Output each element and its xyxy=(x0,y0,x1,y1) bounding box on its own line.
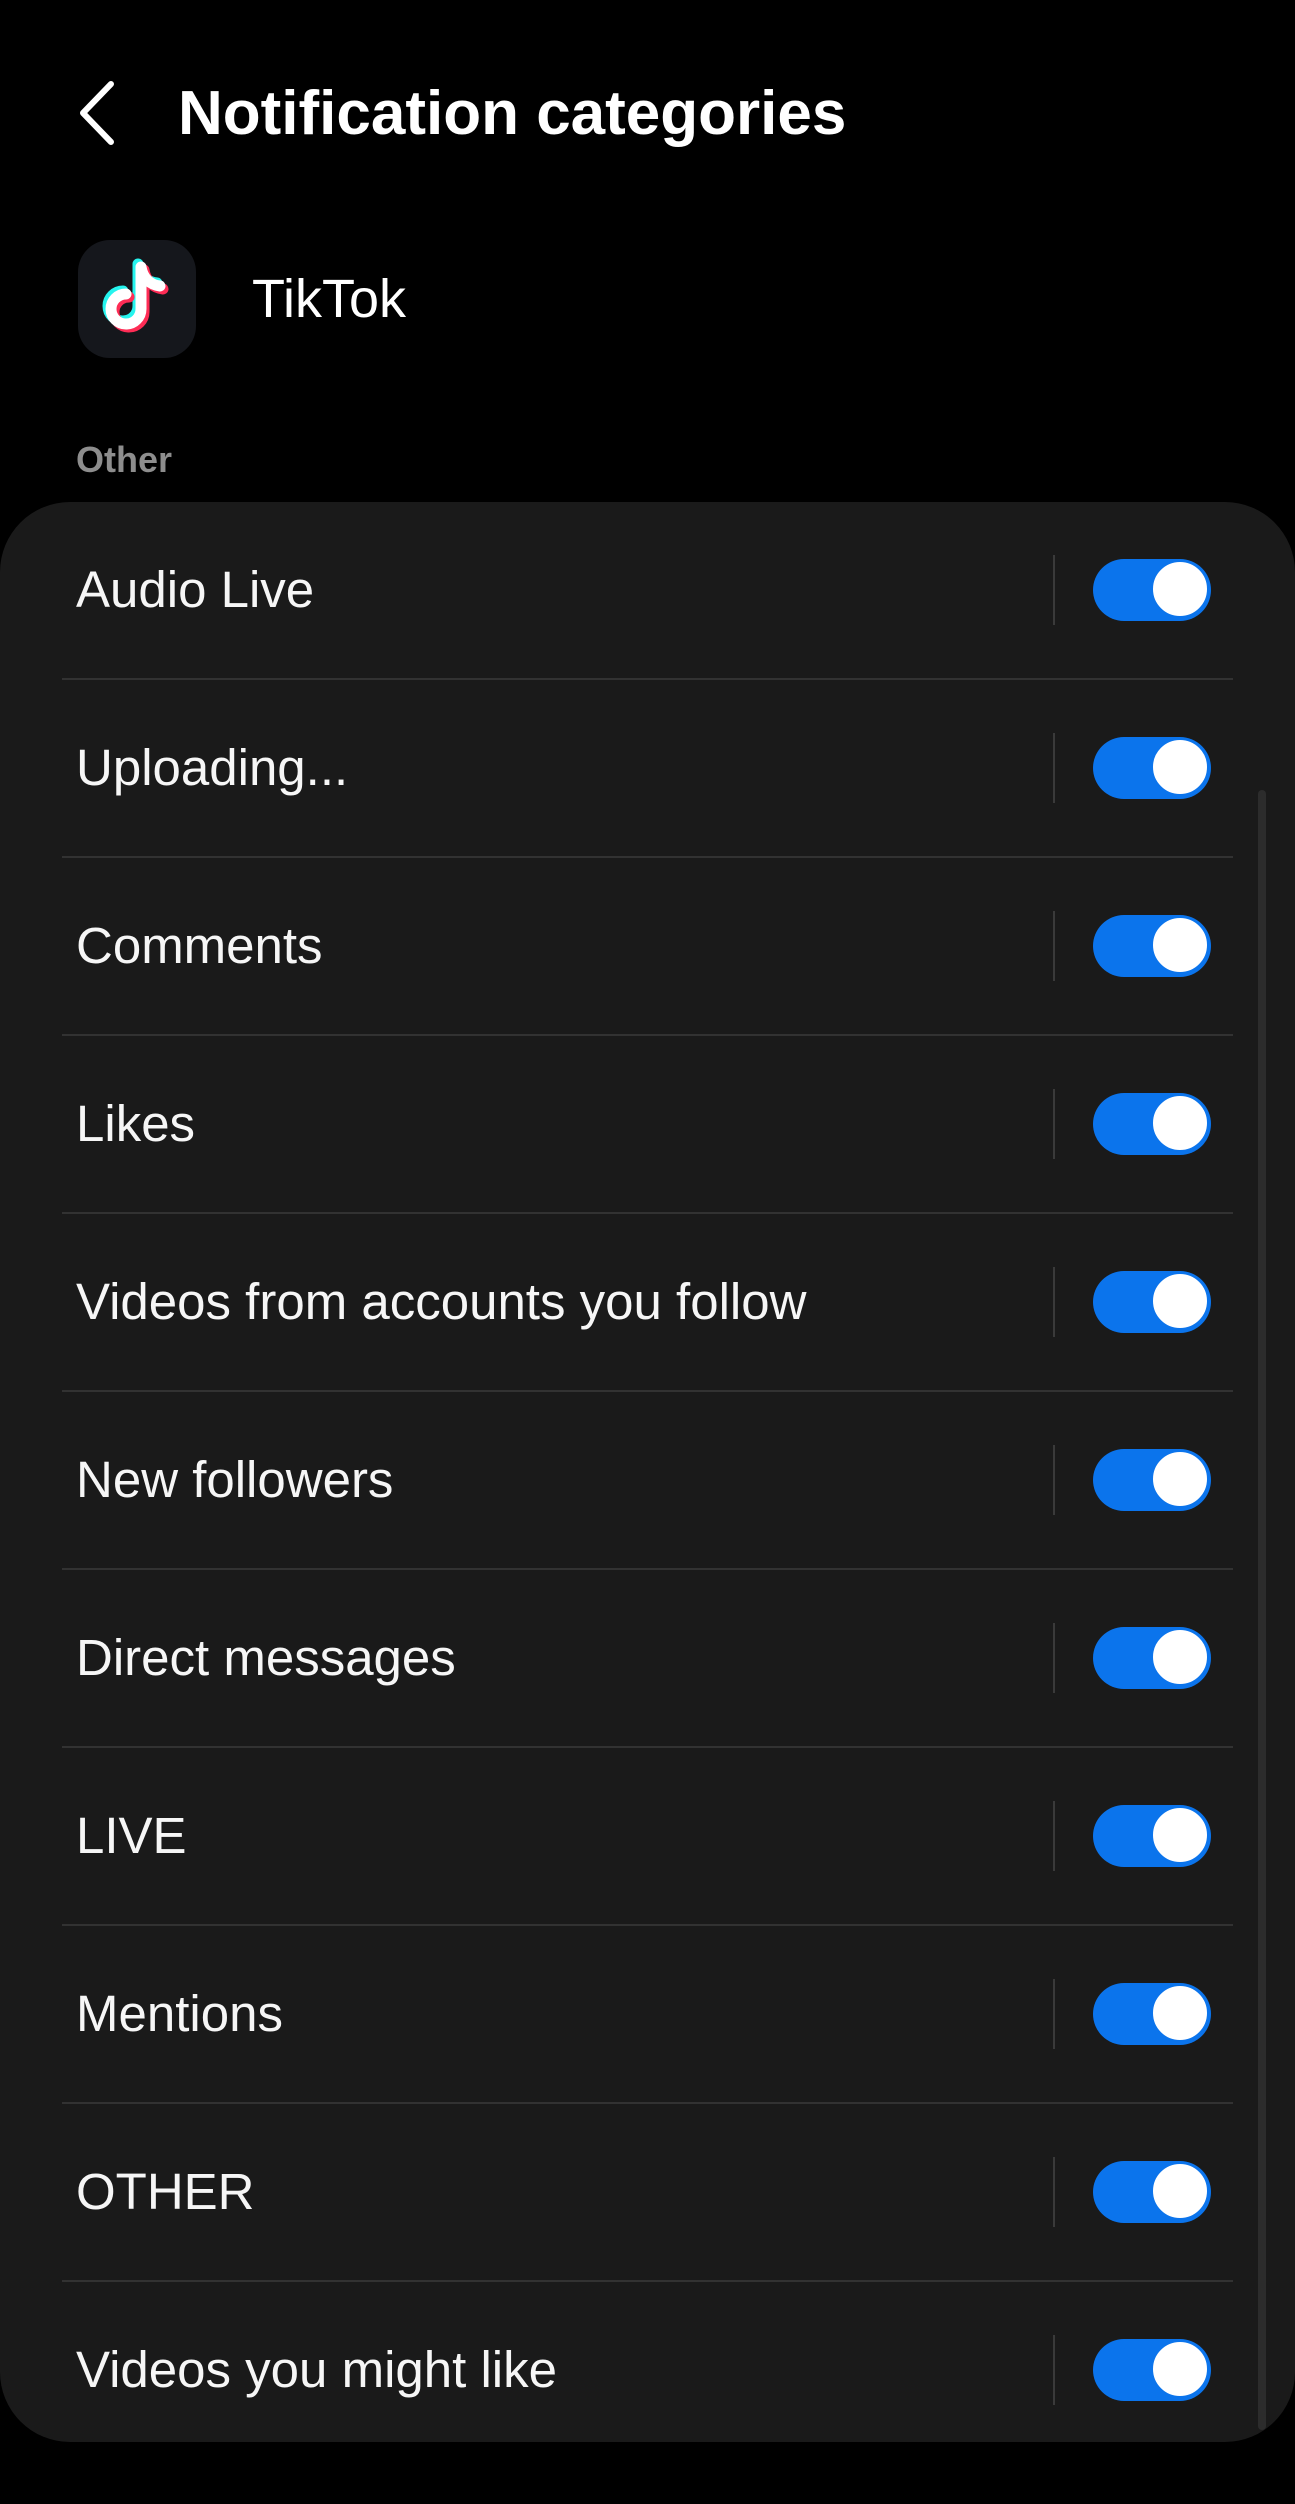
tiktok-logo-icon xyxy=(78,240,196,358)
category-toggle[interactable] xyxy=(1093,915,1211,977)
category-label: LIVE xyxy=(76,1807,187,1864)
category-label: New followers xyxy=(76,1451,394,1508)
scrollbar[interactable] xyxy=(1258,790,1266,2430)
section-label: Other xyxy=(76,439,173,480)
toggle-knob xyxy=(1151,1272,1209,1330)
category-row[interactable]: LIVE xyxy=(62,1746,1233,1924)
category-toggle[interactable] xyxy=(1093,2161,1211,2223)
category-toggle[interactable] xyxy=(1093,1271,1211,1333)
page-title: Notification categories xyxy=(178,79,847,148)
category-toggle[interactable] xyxy=(1093,2339,1211,2401)
row-divider xyxy=(1053,1801,1055,1871)
row-divider xyxy=(1053,1979,1055,2049)
toggle-knob xyxy=(1151,916,1209,974)
category-toggle[interactable] xyxy=(1093,1449,1211,1511)
category-label: Videos from accounts you follow xyxy=(76,1273,807,1330)
toggle-knob xyxy=(1151,1984,1209,2042)
category-toggle[interactable] xyxy=(1093,1983,1211,2045)
row-divider xyxy=(1053,733,1055,803)
toggle-knob xyxy=(1151,1628,1209,1686)
category-row[interactable]: Direct messages xyxy=(62,1568,1233,1746)
category-row[interactable]: Uploading... xyxy=(62,678,1233,856)
category-toggle[interactable] xyxy=(1093,737,1211,799)
row-divider xyxy=(1053,1623,1055,1693)
category-toggle[interactable] xyxy=(1093,1093,1211,1155)
category-row[interactable]: Videos from accounts you follow xyxy=(62,1212,1233,1390)
row-divider xyxy=(1053,555,1055,625)
app-header: TikTok xyxy=(78,238,406,360)
row-divider xyxy=(1053,911,1055,981)
category-row[interactable]: Videos you might like xyxy=(62,2280,1233,2442)
category-label: Comments xyxy=(76,917,323,974)
toggle-knob xyxy=(1151,2162,1209,2220)
chevron-left-icon xyxy=(77,80,117,151)
app-name: TikTok xyxy=(252,269,407,329)
category-row[interactable]: New followers xyxy=(62,1390,1233,1568)
category-label: Direct messages xyxy=(76,1629,456,1686)
row-divider xyxy=(1053,1267,1055,1337)
toggle-knob xyxy=(1151,1450,1209,1508)
category-label: Uploading... xyxy=(76,739,349,796)
category-label: Mentions xyxy=(76,1985,283,2042)
category-row[interactable]: Comments xyxy=(62,856,1233,1034)
row-divider xyxy=(1053,1089,1055,1159)
row-divider xyxy=(1053,2157,1055,2227)
category-label: Likes xyxy=(76,1095,196,1152)
category-toggle[interactable] xyxy=(1093,559,1211,621)
back-button[interactable] xyxy=(62,70,132,160)
toggle-knob xyxy=(1151,560,1209,618)
category-row[interactable]: Likes xyxy=(62,1034,1233,1212)
toggle-knob xyxy=(1151,738,1209,796)
top-app-bar: Notification categories xyxy=(0,0,1295,230)
category-label: Audio Live xyxy=(76,561,315,618)
row-divider xyxy=(1053,1445,1055,1515)
toggle-knob xyxy=(1151,1094,1209,1152)
toggle-knob xyxy=(1151,2340,1209,2398)
category-label: Videos you might like xyxy=(76,2341,557,2398)
row-divider xyxy=(1053,2335,1055,2405)
category-row[interactable]: Audio Live xyxy=(62,502,1233,678)
category-label: OTHER xyxy=(76,2163,255,2220)
category-toggle[interactable] xyxy=(1093,1805,1211,1867)
categories-card: Audio Live Uploading... Comments Likes Video… xyxy=(0,502,1295,2442)
category-row[interactable]: Mentions xyxy=(62,1924,1233,2102)
category-toggle[interactable] xyxy=(1093,1627,1211,1689)
toggle-knob xyxy=(1151,1806,1209,1864)
category-row[interactable]: OTHER xyxy=(62,2102,1233,2280)
